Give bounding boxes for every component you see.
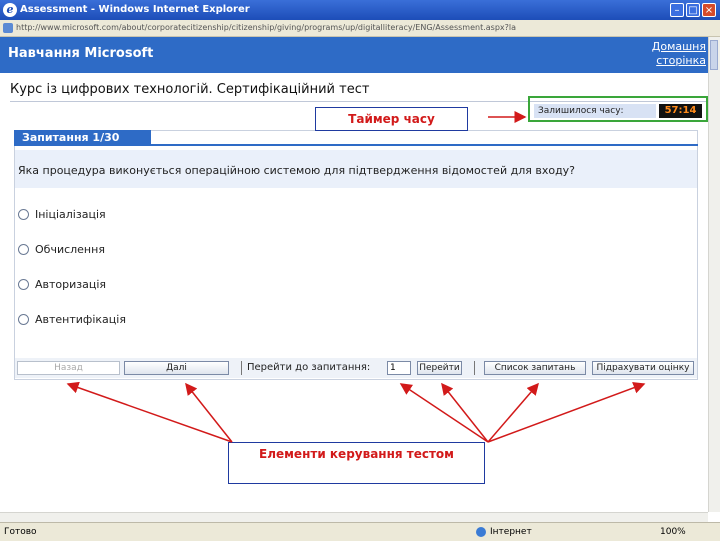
separator — [474, 361, 475, 375]
status-bar — [0, 522, 720, 541]
close-icon[interactable]: × — [702, 3, 716, 17]
goto-button[interactable]: Перейти — [417, 361, 462, 375]
arrow-to-back — [66, 381, 233, 443]
goto-label: Перейти до запитання: — [247, 362, 371, 373]
controls-callout: Елементи керування тестом — [228, 442, 485, 484]
next-button[interactable]: Далі — [124, 361, 229, 375]
question-list-button[interactable]: Список запитань — [484, 361, 586, 375]
answer-option-1[interactable]: Ініціалізація — [18, 206, 106, 222]
goto-input[interactable]: 1 — [387, 361, 411, 375]
timer-callout: Таймер часу — [315, 107, 468, 131]
answer-label: Автентифікація — [35, 312, 126, 326]
timer-value: 57:14 — [659, 104, 702, 118]
answer-label: Ініціалізація — [35, 207, 106, 221]
radio-button[interactable] — [18, 313, 29, 325]
answer-label: Авторизація — [35, 277, 107, 291]
arrow-to-list — [487, 382, 539, 443]
course-title: Курс із цифрових технологій. Сертифікаці… — [10, 82, 370, 97]
vertical-scrollbar[interactable] — [708, 37, 720, 512]
question-tab-line — [151, 144, 698, 146]
scroll-thumb[interactable] — [710, 40, 718, 70]
status-text: Готово — [4, 527, 37, 537]
timer-label: Залишилося часу: — [534, 104, 656, 118]
security-zone: Інтернет — [490, 527, 532, 537]
answer-option-2[interactable]: Обчислення — [18, 241, 105, 257]
zoom-level[interactable]: 100% — [660, 527, 686, 537]
maximize-icon[interactable]: □ — [686, 3, 700, 17]
radio-button[interactable] — [18, 208, 29, 220]
answer-label: Обчислення — [35, 242, 105, 256]
answer-option-4[interactable]: Автентифікація — [18, 311, 126, 327]
radio-button[interactable] — [18, 278, 29, 290]
site-title: Навчання Microsoft — [8, 46, 154, 61]
question-text: Яка процедура виконується операційною си… — [18, 164, 576, 177]
page-icon — [3, 23, 13, 33]
ie-logo-icon: e — [3, 3, 17, 17]
arrow-to-goto-button — [441, 382, 489, 443]
address-url[interactable]: http://www.microsoft.com/about/corporate… — [16, 23, 516, 32]
radio-button[interactable] — [18, 243, 29, 255]
minimize-icon[interactable]: – — [670, 3, 684, 17]
arrow-to-score — [487, 382, 646, 443]
globe-icon — [476, 527, 486, 537]
window-title: Assessment - Windows Internet Explorer — [20, 4, 250, 15]
back-button[interactable]: Назад — [17, 361, 120, 375]
arrow-to-next — [185, 382, 233, 443]
answer-option-3[interactable]: Авторизація — [18, 276, 106, 292]
home-link[interactable]: Домашня сторінка — [648, 40, 706, 68]
arrow-to-goto — [399, 383, 489, 443]
separator — [241, 361, 242, 375]
calculate-score-button[interactable]: Підрахувати оцінку — [592, 361, 694, 375]
question-header: Запитання 1/30 — [14, 130, 151, 146]
